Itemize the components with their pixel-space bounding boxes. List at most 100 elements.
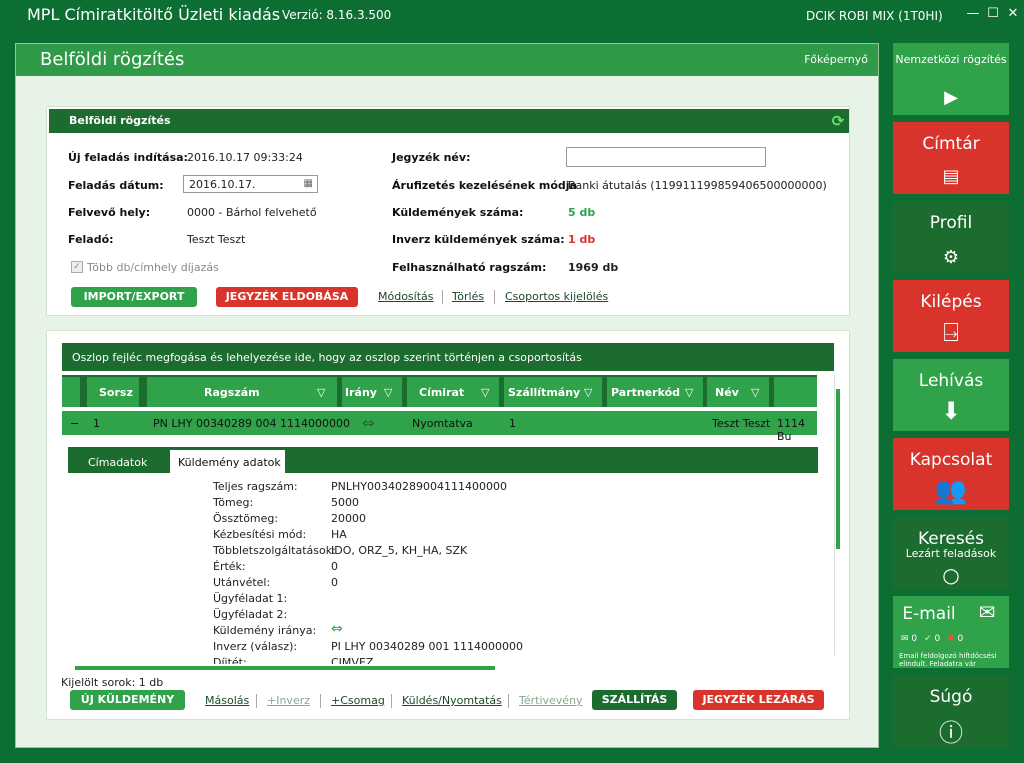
gear-icon: ⚙ [942, 247, 960, 268]
column-irany[interactable]: Irány ▽ [342, 377, 402, 407]
sidebar-item-search[interactable]: Keresés Lezárt feladások ○ [893, 517, 1009, 589]
filter-icon[interactable]: ▽ [584, 386, 592, 399]
vertical-scrollbar[interactable] [834, 375, 842, 655]
date-value: 2016.10.17. [189, 178, 256, 191]
detail-value: HA [331, 528, 347, 541]
play-icon: ▶ [944, 87, 958, 108]
count-value: 5 db [568, 206, 596, 219]
email-counters: ✉ 0 ✔ 0 ✖ 0 [901, 634, 1011, 644]
user-label: DCIK ROBI MIX (1T0HI) [806, 9, 943, 23]
group-select-link[interactable]: Csoportos kijelölés [505, 290, 608, 303]
sidebar-item-exit[interactable]: Kilépés ⍈ [893, 280, 1009, 352]
filter-icon[interactable]: ▽ [384, 386, 392, 399]
detail-key: Többletszolgáltatások: [213, 544, 336, 557]
refresh-icon[interactable]: ⟳ [829, 112, 847, 130]
column-nev[interactable]: Név ▽ [707, 377, 769, 407]
download-icon: ⬇ [940, 397, 962, 425]
sidebar-item-email[interactable]: E-mail ✉ ✉ 0 ✔ 0 ✖ 0 Email feldolgozó hi… [893, 596, 1009, 668]
sidebar-item-international[interactable]: Nemzetközi rögzítés ▶ [893, 43, 1009, 115]
column-indicator [62, 377, 80, 407]
tab-kuldemeny-adatok[interactable]: Küldemény adatok [170, 450, 285, 473]
detail-value: PI LHY 00340289 001 1114000000 [331, 640, 523, 653]
return-receipt-link[interactable]: Tértivevény [519, 694, 583, 707]
title-bar: MPL Címiratkitöltő Üzleti kiadás Verzió:… [0, 0, 1024, 34]
column-label: Szállítmány [508, 386, 581, 399]
column-szallitmany[interactable]: Szállítmány ▽ [504, 377, 602, 407]
import-export-button[interactable]: IMPORT/EXPORT [71, 287, 197, 307]
sidebar-item-directory[interactable]: Címtár ▤ [893, 122, 1009, 194]
count-label: Küldemények száma: [392, 206, 524, 219]
detail-key: Teljes ragszám: [213, 480, 298, 493]
sidebar-label: Kapcsolat [909, 450, 993, 470]
detail-key: Ügyféladat 2: [213, 608, 288, 621]
send-print-link[interactable]: Küldés/Nyomtatás [402, 694, 502, 707]
column-ragszam[interactable]: Ragszám ▽ [147, 377, 337, 407]
date-field[interactable]: 2016.10.17. ▦ [183, 175, 318, 193]
package-link[interactable]: +Csomag [331, 694, 385, 707]
info-icon: ⓘ [939, 719, 963, 747]
minimize-icon[interactable]: — [965, 6, 981, 26]
form-panel-title: Belföldi rögzítés [69, 114, 171, 127]
sidebar-item-profile[interactable]: Profil ⚙ [893, 201, 1009, 273]
filter-icon[interactable]: ▽ [685, 386, 693, 399]
sidebar-item-help[interactable]: Súgó ⓘ [893, 675, 1009, 747]
tab-cimadatok[interactable]: Címadatok [88, 450, 168, 473]
list-name-input[interactable] [566, 147, 766, 167]
people-icon: 👥 [934, 476, 968, 506]
delete-link[interactable]: Törlés [452, 290, 484, 303]
detail-key: Érték: [213, 560, 246, 573]
horizontal-scrollbar[interactable] [69, 664, 824, 672]
detail-value: 5000 [331, 496, 359, 509]
maximize-icon[interactable]: ☐ [985, 6, 1001, 26]
detail-key: Tömeg: [213, 496, 254, 509]
close-icon[interactable]: ✕ [1005, 6, 1021, 26]
version-label: Verzió: 8.16.3.500 [282, 8, 392, 22]
detail-value: PNLHY00340289004111400000 [331, 480, 507, 493]
sidebar-label: Súgó [929, 687, 973, 707]
filter-icon[interactable]: ▽ [751, 386, 759, 399]
home-link[interactable]: Főképernyő [804, 53, 868, 66]
shipping-button[interactable]: SZÁLLÍTÁS [592, 690, 677, 710]
new-item-button[interactable]: ÚJ KÜLDEMÉNY [70, 690, 185, 710]
scroll-thumb[interactable] [75, 666, 495, 670]
column-label: Címirat [419, 386, 465, 399]
separator [494, 290, 495, 304]
column-extra[interactable] [774, 377, 817, 407]
detail-value: 0 [331, 560, 338, 573]
email-count-total: 0 [911, 634, 918, 644]
payment-value: Banki átutalás (119911199859406500000000… [568, 179, 827, 192]
inverse-link[interactable]: +Inverz [267, 694, 310, 707]
column-cimirat[interactable]: Címirat ▽ [407, 377, 499, 407]
scroll-thumb[interactable] [836, 389, 840, 549]
sender-label: Feladó: [68, 233, 114, 246]
detail-tabs: Címadatok Küldemény adatok [68, 447, 818, 473]
copy-link[interactable]: Másolás [205, 694, 249, 707]
collapse-icon[interactable]: − [70, 417, 79, 430]
column-sorsz[interactable]: Sorsz [87, 377, 139, 407]
sidebar-item-contact[interactable]: Kapcsolat 👥 [893, 438, 1009, 510]
detail-panel: Címadatok Küldemény adatok Teljes ragszá… [68, 447, 818, 667]
multi-checkbox[interactable]: ✓ [71, 261, 83, 273]
main-header: Belföldi rögzítés Főképernyő [16, 44, 878, 76]
filter-icon[interactable]: ▽ [481, 386, 489, 399]
discard-list-button[interactable]: JEGYZÉK ELDOBÁSA [216, 287, 358, 307]
list-name-label: Jegyzék név: [392, 151, 471, 164]
group-by-bar[interactable]: Oszlop fejléc megfogása és lehelyezése i… [62, 343, 834, 371]
app-title: MPL Címiratkitöltő Üzleti kiadás [27, 5, 281, 24]
form-panel: Belföldi rögzítés ⟳ Új feladás indítása:… [46, 106, 850, 316]
sidebar-item-pickup[interactable]: Lehívás ⬇ [893, 359, 1009, 431]
date-label: Feladás dátum: [68, 179, 164, 192]
table-row[interactable]: − 1 PN LHY 00340289 004 1114000000 ⇔ Nyo… [62, 411, 817, 443]
sidebar-label: Lehívás [918, 371, 984, 391]
detail-key: Ügyféladat 1: [213, 592, 288, 605]
close-list-button[interactable]: JEGYZÉK LEZÁRÁS [693, 690, 824, 710]
email-status-note: Email feldolgozó hiftdöcsési elindult. F… [899, 652, 997, 666]
column-partnerkod[interactable]: Partnerkód ▽ [607, 377, 703, 407]
exit-runner-icon: ⍈ [943, 318, 959, 348]
column-label: Sorsz [99, 386, 133, 399]
filter-icon[interactable]: ▽ [317, 386, 325, 399]
cell-cimirat: Nyomtatva [412, 417, 473, 430]
modify-link[interactable]: Módosítás [378, 290, 434, 303]
column-label: Név [715, 386, 739, 399]
calendar-icon[interactable]: ▦ [304, 178, 313, 189]
